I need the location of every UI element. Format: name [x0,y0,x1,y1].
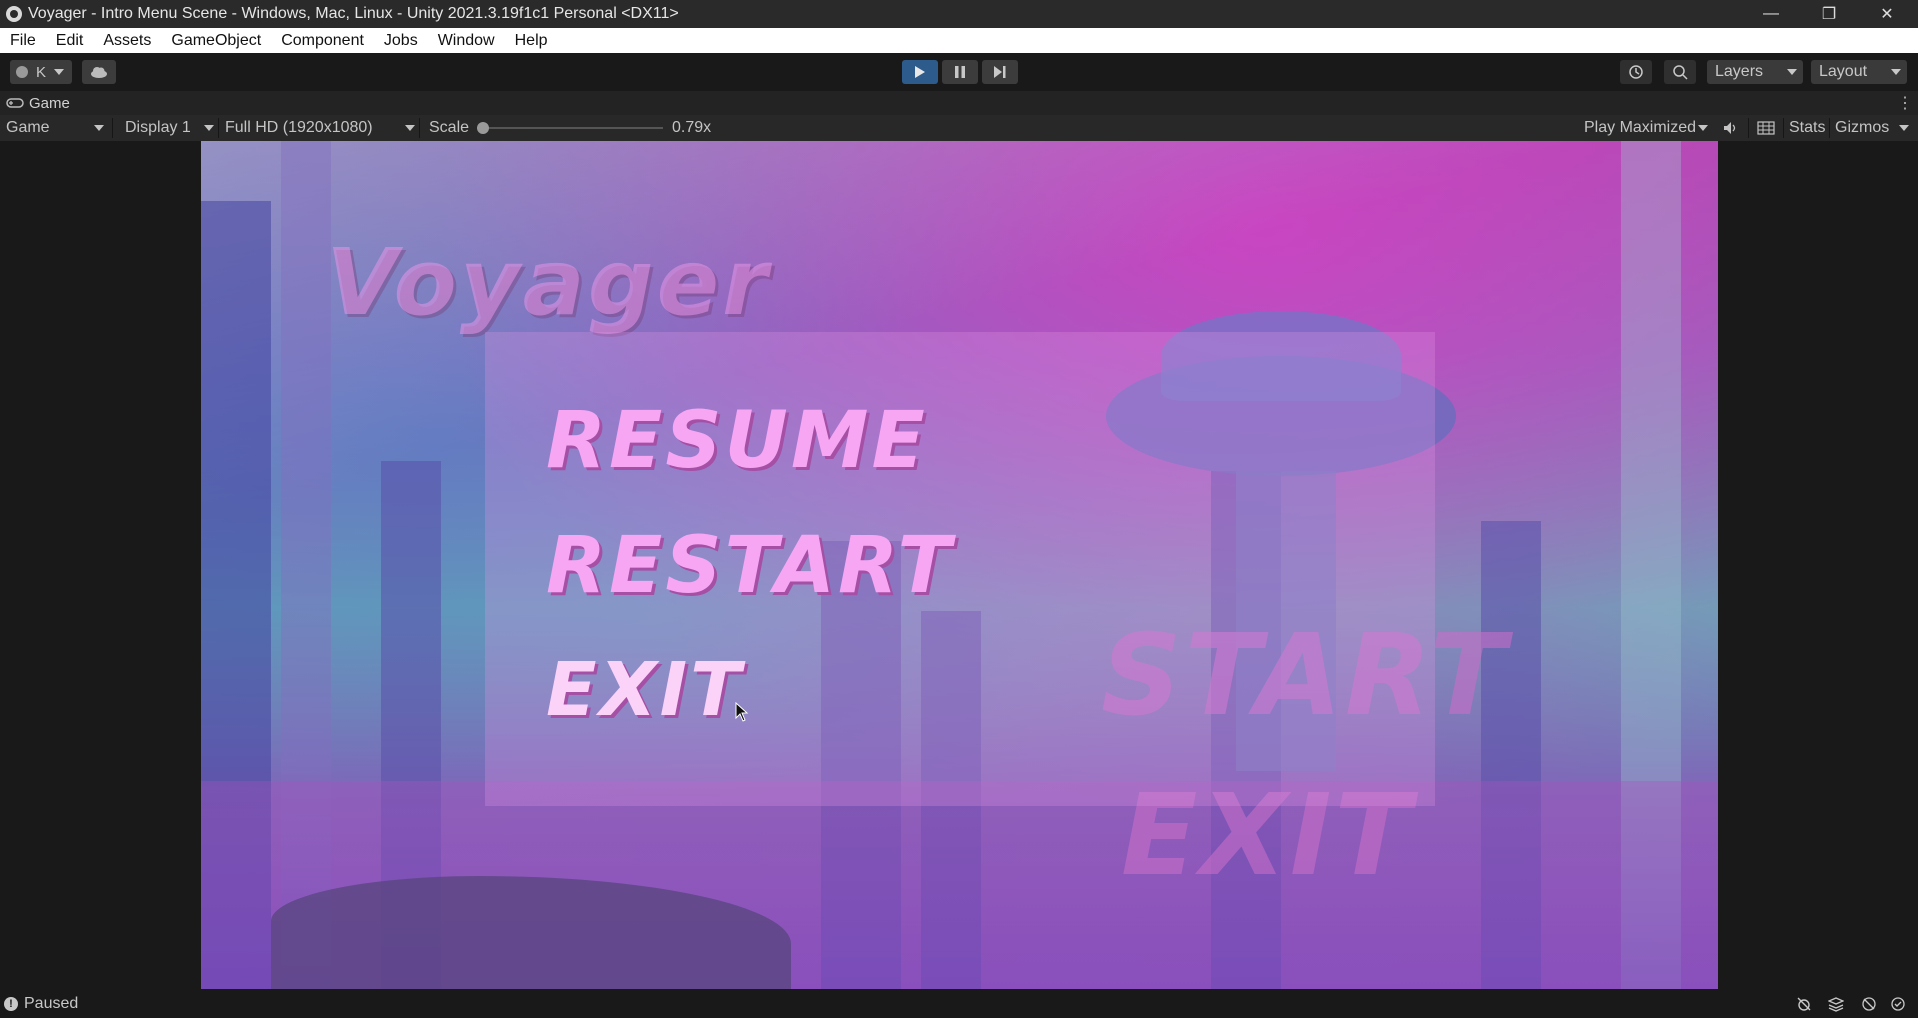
aspect-grid-button[interactable] [1757,115,1775,141]
layers-dropdown[interactable]: Layers [1707,60,1803,84]
play-button[interactable] [902,60,938,84]
pause-button[interactable] [942,60,978,84]
play-mode-label: Play Maximized [1584,119,1697,136]
menu-gameobject[interactable]: GameObject [161,28,271,53]
grid-icon [1757,121,1775,135]
gizmos-label: Gizmos [1835,119,1890,136]
debug-icon[interactable] [1796,996,1812,1012]
no-lighting-icon[interactable] [1861,996,1877,1012]
scale-slider-track[interactable] [478,127,663,129]
status-text: Paused [24,995,79,1012]
menu-help[interactable]: Help [505,28,558,53]
tab-bar [0,91,1918,115]
pause-icon [955,66,965,78]
resolution-label: Full HD (1920x1080) [225,119,373,136]
gizmos-dropdown[interactable]: Gizmos [1835,115,1910,141]
chevron-down-icon [405,125,415,131]
layers-stack-icon[interactable] [1828,996,1844,1012]
cloud-button[interactable] [82,60,116,84]
check-circle-icon[interactable] [1890,996,1906,1012]
chevron-down-icon [1787,69,1797,75]
step-button[interactable] [982,60,1018,84]
menu-assets[interactable]: Assets [93,28,161,53]
cloud-icon [91,67,107,78]
play-mode-dropdown[interactable]: Play Maximized [1584,115,1709,141]
search-icon [1673,65,1688,80]
menu-jobs[interactable]: Jobs [374,28,428,53]
game-viewport[interactable]: Voyager START EXIT RESUME RESTART EXIT [201,141,1718,989]
main-toolbar: K Layers Layout [0,53,1918,91]
layers-label: Layers [1715,63,1764,80]
layout-dropdown[interactable]: Layout [1811,60,1907,84]
mouse-cursor-icon [735,702,749,722]
view-mode-dropdown[interactable]: Game [6,115,106,141]
tab-game[interactable]: Game [6,91,70,115]
scale-slider-handle[interactable] [477,122,489,134]
menu-edit[interactable]: Edit [46,28,94,53]
menu-window[interactable]: Window [428,28,505,53]
stats-button[interactable]: Stats [1789,115,1825,141]
menu-bar: File Edit Assets GameObject Component Jo… [0,28,1918,53]
warning-icon: ! [4,997,18,1011]
unity-logo-icon [6,6,22,22]
window-title: Voyager - Intro Menu Scene - Windows, Ma… [28,5,679,22]
menu-file[interactable]: File [0,28,46,53]
status-bar: ! Paused [0,990,1918,1018]
account-dropdown[interactable]: K [10,60,72,84]
scale-label: Scale [429,119,470,136]
scale-value: 0.79x [672,119,712,136]
chevron-down-icon [1899,125,1910,131]
game-title: Voyager [326,229,771,336]
view-mode-label: Game [6,119,50,136]
step-icon [994,66,1006,78]
gamepad-icon [6,98,24,108]
layout-label: Layout [1819,63,1868,80]
chevron-down-icon [54,69,65,75]
history-button[interactable] [1620,60,1652,84]
close-button[interactable]: ✕ [1858,0,1916,28]
exit-button[interactable]: EXIT [546,647,744,733]
resume-button[interactable]: RESUME [546,396,928,486]
display-dropdown[interactable]: Display 1 [125,115,214,141]
menu-component[interactable]: Component [271,28,374,53]
chevron-down-icon [94,125,104,131]
resolution-dropdown[interactable]: Full HD (1920x1080) [225,115,415,141]
history-icon [1629,65,1643,79]
chevron-down-icon [1698,125,1709,131]
chevron-down-icon [204,125,214,131]
title-bar: Voyager - Intro Menu Scene - Windows, Ma… [0,0,1918,28]
restart-button[interactable]: RESTART [546,521,954,611]
minimize-button[interactable]: — [1742,0,1800,28]
account-icon [16,66,28,78]
mute-audio-button[interactable] [1723,115,1739,141]
display-label: Display 1 [125,119,191,136]
account-label: K [36,63,47,81]
tab-label: Game [29,94,70,112]
game-view-toolbar: Game Display 1 Full HD (1920x1080) Scale… [0,115,1918,142]
speaker-icon [1724,122,1736,134]
chevron-down-icon [1891,69,1901,75]
more-options-icon[interactable]: ⋮ [1897,93,1913,113]
search-button[interactable] [1664,60,1696,84]
play-icon [915,66,925,78]
restore-button[interactable]: ❐ [1800,0,1858,28]
